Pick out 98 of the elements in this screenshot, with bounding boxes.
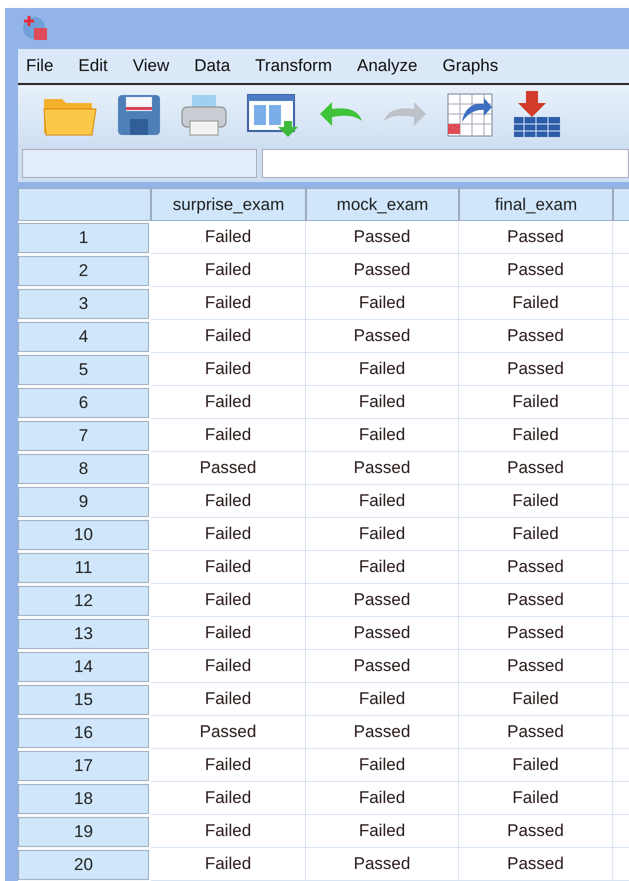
row-number[interactable]: 7 — [18, 421, 149, 451]
table-cell: Passed — [151, 452, 306, 485]
table-cell: Failed — [151, 221, 306, 254]
table-cell: Passed — [459, 254, 613, 287]
menu-item[interactable]: Transform — [247, 56, 349, 76]
table-cell: Passed — [306, 650, 459, 683]
row-number[interactable]: 14 — [18, 652, 149, 682]
table-arrow-icon — [446, 92, 494, 138]
menu-item[interactable]: Graphs — [434, 56, 516, 76]
table-cell: Failed — [459, 782, 613, 815]
cell-value-field[interactable] — [262, 149, 629, 178]
table-cell: Failed — [306, 551, 459, 584]
table-cell: Failed — [459, 518, 613, 551]
table-cell: Failed — [306, 287, 459, 320]
table-cell: Failed — [151, 551, 306, 584]
menu-item[interactable]: Edit — [70, 56, 125, 76]
column-header[interactable] — [613, 188, 629, 221]
row-number[interactable]: 2 — [18, 256, 149, 286]
table-cell: Failed — [459, 485, 613, 518]
table-cell: Passed — [306, 584, 459, 617]
table-cell: Failed — [151, 353, 306, 386]
table-cell: Failed — [459, 287, 613, 320]
table-cell: Failed — [459, 749, 613, 782]
table-cell: Failed — [151, 320, 306, 353]
cell-name-field[interactable] — [22, 149, 257, 178]
row-number[interactable]: 15 — [18, 685, 149, 715]
row-number[interactable]: 6 — [18, 388, 149, 418]
table-cell: Passed — [459, 716, 613, 749]
table-cell: Failed — [151, 848, 306, 881]
table-cell: Failed — [151, 386, 306, 419]
table-cell: Failed — [151, 419, 306, 452]
row-number[interactable]: 11 — [18, 553, 149, 583]
table-cell: Passed — [306, 617, 459, 650]
row-number[interactable]: 9 — [18, 487, 149, 517]
table-cell: Failed — [306, 419, 459, 452]
table-cell: Passed — [306, 848, 459, 881]
table-cell: Passed — [459, 584, 613, 617]
table-cell: Passed — [459, 221, 613, 254]
table-cell: Failed — [151, 518, 306, 551]
table-cell: Passed — [459, 551, 613, 584]
app-icon — [22, 15, 48, 42]
menu-item[interactable]: File — [18, 56, 70, 76]
table-cell: Passed — [459, 320, 613, 353]
column-header[interactable]: mock_exam — [306, 188, 459, 221]
table-cell: Passed — [459, 617, 613, 650]
row-number[interactable]: 10 — [18, 520, 149, 550]
table-cell: Failed — [459, 419, 613, 452]
menu-item[interactable]: Data — [186, 56, 248, 76]
row-number[interactable]: 19 — [18, 817, 149, 847]
table-cell: Failed — [306, 749, 459, 782]
table-cell: Failed — [306, 815, 459, 848]
table-cell: Passed — [459, 353, 613, 386]
table-cell: Passed — [151, 716, 306, 749]
table-cell: Failed — [306, 782, 459, 815]
table-cell: Failed — [306, 353, 459, 386]
window-arrow-icon — [246, 93, 300, 138]
table-cell: Passed — [306, 221, 459, 254]
table-cell: Failed — [151, 254, 306, 287]
table-cell: Passed — [459, 452, 613, 485]
table-cell: Failed — [151, 650, 306, 683]
column-header[interactable]: final_exam — [459, 188, 613, 221]
menu-item[interactable]: Analyze — [349, 56, 434, 76]
table-cell: Failed — [306, 386, 459, 419]
table-cell: Failed — [151, 617, 306, 650]
row-number[interactable]: 16 — [18, 718, 149, 748]
table-cell: Failed — [151, 782, 306, 815]
column-header[interactable]: surprise_exam — [151, 188, 306, 221]
row-number[interactable]: 18 — [18, 784, 149, 814]
table-cell: Passed — [459, 815, 613, 848]
printer-icon — [180, 93, 228, 138]
row-number[interactable]: 12 — [18, 586, 149, 616]
table-cell: Failed — [306, 683, 459, 716]
row-number[interactable]: 5 — [18, 355, 149, 385]
table-cell: Passed — [306, 320, 459, 353]
table-cell: Passed — [459, 848, 613, 881]
row-number[interactable]: 4 — [18, 322, 149, 352]
row-number[interactable]: 1 — [18, 223, 149, 253]
table-cell: Failed — [151, 815, 306, 848]
table-cell: Failed — [151, 485, 306, 518]
table-cell: Passed — [459, 650, 613, 683]
table-cell: Failed — [151, 287, 306, 320]
table-cell: Failed — [151, 749, 306, 782]
table-cell: Failed — [151, 683, 306, 716]
row-number[interactable]: 20 — [18, 850, 149, 880]
row-number[interactable]: 3 — [18, 289, 149, 319]
menu-item[interactable]: View — [124, 56, 186, 76]
table-cell: Failed — [459, 386, 613, 419]
table-cell: Failed — [306, 518, 459, 551]
table-insert-icon — [512, 91, 562, 140]
table-cell: Failed — [306, 485, 459, 518]
row-number[interactable]: 13 — [18, 619, 149, 649]
table-cell: Passed — [306, 452, 459, 485]
table-cell: Failed — [151, 584, 306, 617]
table-cell: Failed — [459, 683, 613, 716]
table-cell: Passed — [306, 254, 459, 287]
row-number[interactable]: 8 — [18, 454, 149, 484]
table-cell: Passed — [306, 716, 459, 749]
row-number[interactable]: 17 — [18, 751, 149, 781]
